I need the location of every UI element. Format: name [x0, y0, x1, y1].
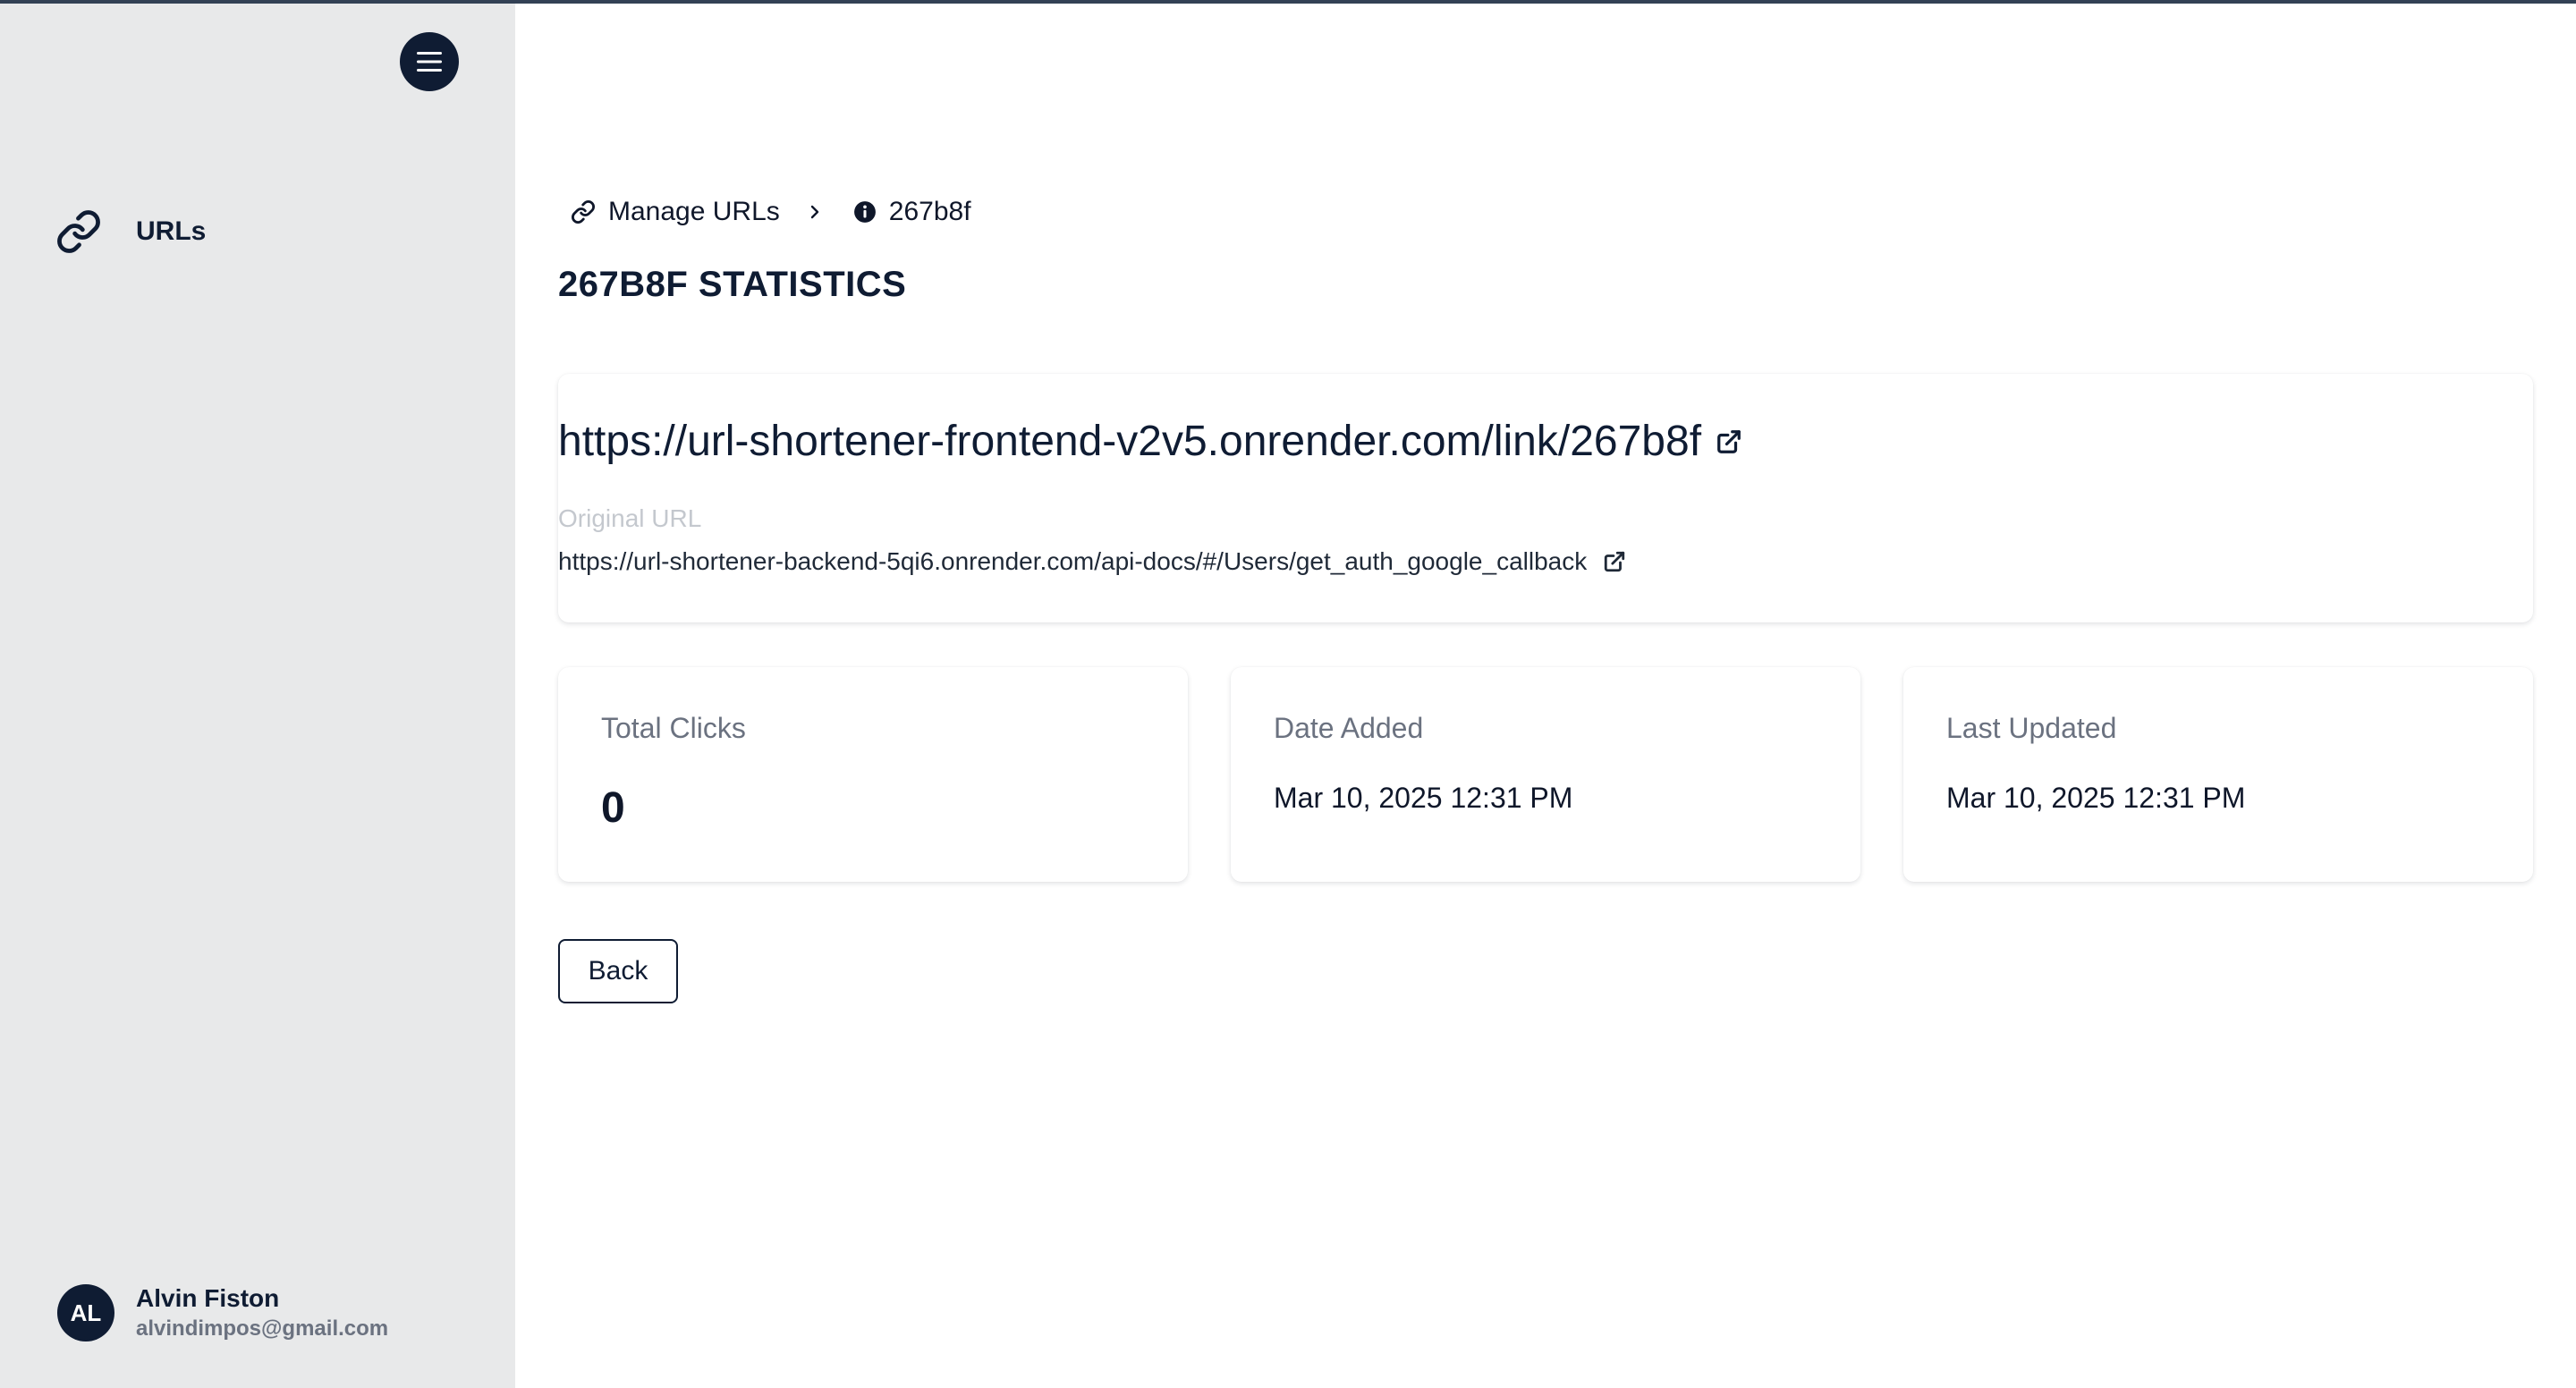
- breadcrumb-label: 267b8f: [888, 197, 971, 226]
- stat-card-last-updated: Last Updated Mar 10, 2025 12:31 PM: [1903, 667, 2533, 882]
- original-url-text: https://url-shortener-backend-5qi6.onren…: [558, 547, 1588, 575]
- main-content: Manage URLs 267b8f 267B8F STATISTICS htt…: [515, 0, 2576, 1388]
- user-email: alvindimpos@gmail.com: [136, 1316, 389, 1341]
- stat-value: 0: [601, 784, 625, 832]
- short-url-text: https://url-shortener-frontend-v2v5.onre…: [558, 418, 1702, 465]
- page-title: 267B8F STATISTICS: [558, 265, 907, 304]
- top-border: [0, 0, 2576, 4]
- user-info: Alvin Fiston alvindimpos@gmail.com: [136, 1282, 388, 1343]
- breadcrumb-current: 267b8f: [853, 197, 971, 227]
- stat-label: Last Updated: [1946, 712, 2117, 744]
- breadcrumb-label: Manage URLs: [608, 197, 780, 226]
- external-link-icon: [1717, 429, 1741, 453]
- chevron-right-icon: [807, 202, 823, 222]
- short-url-link[interactable]: https://url-shortener-frontend-v2v5.onre…: [558, 417, 1742, 466]
- user-profile[interactable]: AL Alvin Fiston alvindimpos@gmail.com: [57, 1282, 388, 1343]
- user-name: Alvin Fiston: [136, 1284, 280, 1312]
- menu-toggle-button[interactable]: [400, 32, 459, 91]
- sidebar-item-urls[interactable]: URLs: [54, 204, 206, 259]
- breadcrumb: Manage URLs 267b8f: [571, 191, 971, 233]
- back-button[interactable]: Back: [558, 939, 678, 1003]
- stat-card-date-added: Date Added Mar 10, 2025 12:31 PM: [1231, 667, 1860, 882]
- stat-card-total-clicks: Total Clicks 0: [558, 667, 1188, 882]
- link-icon: [572, 200, 595, 224]
- breadcrumb-manage-urls[interactable]: Manage URLs: [571, 197, 780, 227]
- original-url-link[interactable]: https://url-shortener-backend-5qi6.onren…: [558, 547, 1626, 576]
- link-icon: [54, 207, 104, 257]
- stat-label: Total Clicks: [601, 712, 746, 744]
- info-icon: [853, 201, 876, 223]
- avatar: AL: [57, 1284, 114, 1341]
- sidebar: URLs AL Alvin Fiston alvindimpos@gmail.c…: [0, 0, 515, 1388]
- original-url-label: Original URL: [558, 504, 702, 532]
- stat-label: Date Added: [1274, 712, 1424, 744]
- stat-value: Mar 10, 2025 12:31 PM: [1946, 782, 2246, 814]
- url-card: [558, 374, 2533, 622]
- stat-value: Mar 10, 2025 12:31 PM: [1274, 782, 1573, 814]
- external-link-icon: [1605, 551, 1625, 572]
- hamburger-menu-icon: [417, 52, 442, 72]
- sidebar-item-label: URLs: [136, 216, 207, 246]
